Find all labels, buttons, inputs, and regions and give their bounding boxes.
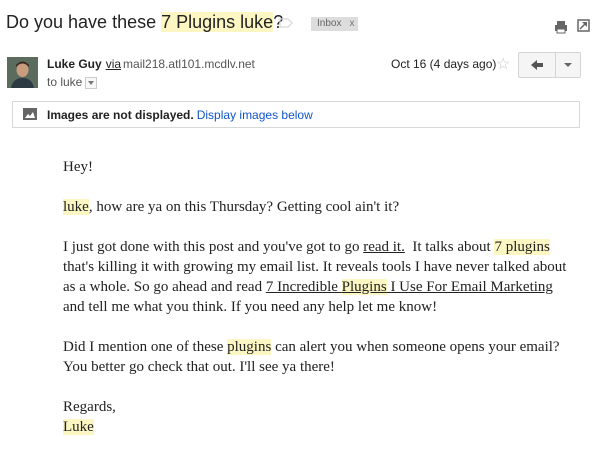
email-subject: Do you have these 7 Plugins luke?: [6, 12, 283, 33]
signoff: Regards,: [63, 399, 116, 415]
subject-highlight: 7 Plugins luke: [161, 12, 274, 32]
paragraph-2-text-b: It talks about: [404, 239, 495, 255]
paragraph-2-text-a: I just got done with this post and you'v…: [63, 239, 364, 255]
important-marker-icon[interactable]: [279, 18, 293, 28]
popout-icon[interactable]: [577, 19, 590, 32]
plugins-highlight-2: plugins: [227, 339, 272, 355]
article-link[interactable]: 7 Incredible Plugins I Use For Email Mar…: [266, 279, 553, 295]
avatar-photo: [7, 57, 38, 88]
recipient-details-dropdown-icon[interactable]: [85, 76, 98, 89]
subject-row: Do you have these 7 Plugins luke? Inbox x: [6, 12, 606, 38]
paragraph-2-text-d: and tell me what you think. If you need …: [63, 299, 438, 315]
paragraph-3-text-a: Did I mention one of these: [63, 339, 228, 355]
inbox-label-text: Inbox: [317, 18, 342, 29]
signature: Luke: [63, 417, 573, 437]
greeting: Hey!: [63, 159, 93, 175]
reply-button[interactable]: [518, 52, 555, 78]
image-icon: [23, 108, 37, 120]
email-date: Oct 16 (4 days ago): [391, 57, 497, 71]
images-blocked-banner: Images are not displayed. Display images …: [12, 101, 580, 128]
star-icon[interactable]: ☆: [496, 54, 510, 74]
paragraph-1-text: , how are ya on this Thursday? Getting c…: [88, 199, 400, 215]
sender-domain: mail218.atl101.mcdlv.net: [123, 57, 255, 71]
print-icon[interactable]: [554, 20, 568, 34]
images-banner-text: Images are not displayed. Display images …: [47, 108, 313, 122]
avatar[interactable]: [7, 57, 38, 88]
paragraph-2: I just got done with this post and you'v…: [63, 237, 573, 317]
via-link[interactable]: via: [106, 57, 121, 71]
sender-line: Luke Guy via mail218.atl101.mcdlv.net: [47, 57, 255, 71]
display-images-link[interactable]: Display images below: [197, 108, 313, 122]
sender-name[interactable]: Luke Guy: [47, 57, 102, 71]
plugins-highlight: 7 plugins: [494, 239, 550, 255]
article-link-highlight: Plugins: [341, 279, 387, 295]
inbox-label[interactable]: Inbox x: [311, 17, 359, 31]
subject-prefix: Do you have these: [6, 12, 162, 32]
more-options-chevron-icon[interactable]: [555, 52, 581, 78]
recipient-text: to luke: [47, 75, 83, 89]
remove-label-icon[interactable]: x: [349, 18, 354, 29]
recipient-name-highlight: luke: [63, 199, 89, 215]
signature-name: Luke: [63, 419, 94, 435]
images-not-displayed-text: Images are not displayed.: [47, 108, 194, 122]
paragraph-3: Did I mention one of these plugins can a…: [63, 337, 573, 377]
email-body: Hey! luke, how are ya on this Thursday? …: [63, 157, 573, 437]
reply-icon: [531, 60, 543, 70]
recipient-line: to luke: [47, 75, 98, 89]
paragraph-1: luke, how are ya on this Thursday? Getti…: [63, 197, 573, 217]
article-link-text-a: 7 Incredible: [265, 279, 342, 295]
read-it-link[interactable]: read it.: [363, 239, 405, 255]
article-link-text-b: I Use For Email Marketing: [386, 279, 553, 295]
